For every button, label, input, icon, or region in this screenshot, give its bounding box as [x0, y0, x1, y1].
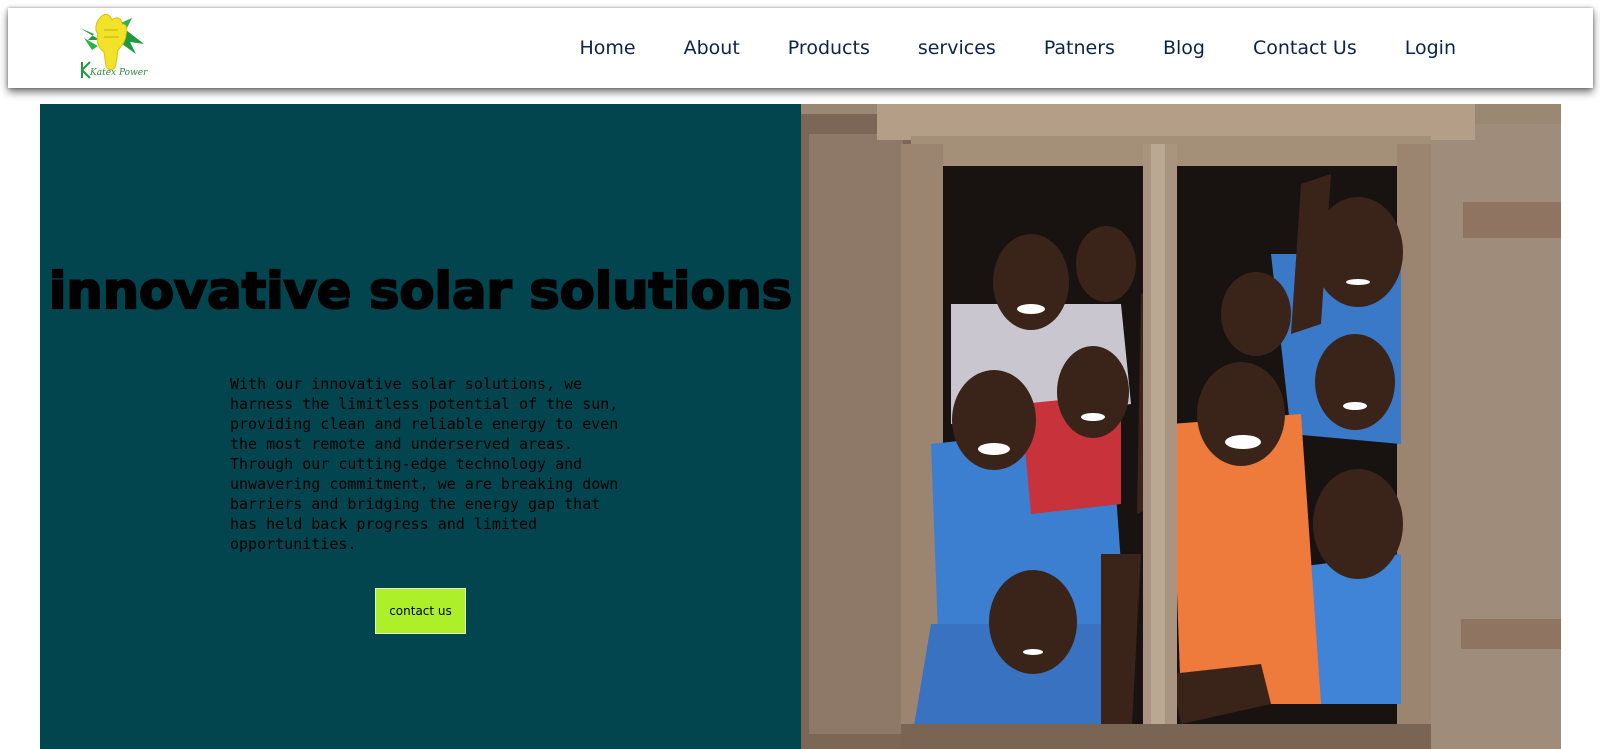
nav-contact-us[interactable]: Contact Us	[1253, 37, 1357, 59]
logo-text: Katex Power	[90, 68, 148, 78]
nav-login[interactable]: Login	[1405, 37, 1456, 59]
nav-partners[interactable]: Patners	[1044, 37, 1115, 59]
hero-description: With our innovative solar solutions, we …	[230, 375, 619, 553]
hero-image	[801, 104, 1561, 749]
top-navbar: Katex Power Home About Products services…	[8, 8, 1593, 88]
children-at-window-image	[801, 104, 1561, 749]
nav-blog[interactable]: Blog	[1163, 37, 1205, 59]
nav-home[interactable]: Home	[580, 37, 636, 59]
nav-services[interactable]: services	[918, 37, 996, 59]
hero-text-panel: innovative solar solutions With our inno…	[40, 104, 801, 749]
hero-title: innovative solar solutions	[48, 261, 793, 321]
nav-products[interactable]: Products	[788, 37, 870, 59]
main-nav: Home About Products services Patners Blo…	[580, 8, 1594, 88]
nav-about[interactable]: About	[684, 37, 740, 59]
contact-us-button[interactable]: contact us	[375, 588, 466, 634]
